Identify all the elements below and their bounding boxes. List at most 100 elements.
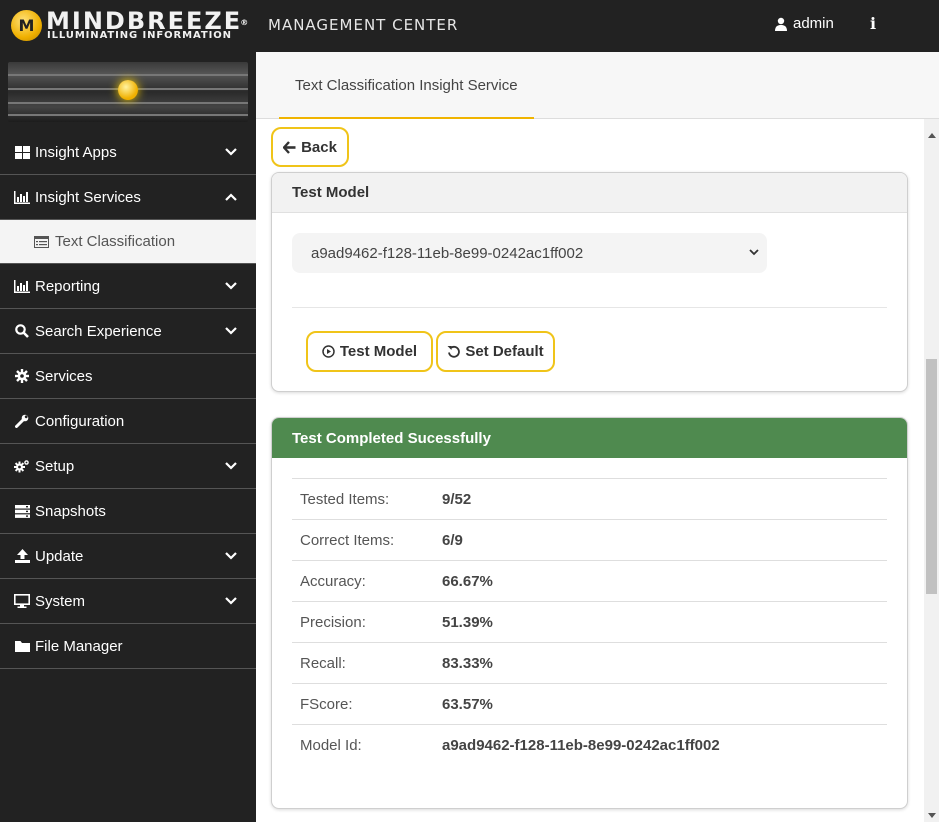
sidebar-item-text-classification[interactable]: Text Classification — [0, 220, 256, 264]
mindbreeze-logo[interactable]: M MINDBREEZE ® ILLUMINATING INFORMATION — [8, 8, 253, 44]
sidebar-item-snapshots[interactable]: Snapshots — [0, 489, 256, 534]
table-row: FScore: 63.57% — [292, 683, 887, 724]
tab-bar: Text Classification Insight Service — [256, 52, 939, 119]
row-label: Accuracy: — [300, 572, 366, 590]
set-default-button-label: Set Default — [465, 343, 544, 360]
bar-chart-icon — [14, 189, 30, 205]
row-value: 9/52 — [442, 490, 472, 508]
sidebar-item-label: System — [35, 592, 86, 610]
table-row: Tested Items: 9/52 — [292, 478, 887, 519]
sidebar-item-setup[interactable]: Setup — [0, 444, 256, 489]
form-divider — [292, 307, 887, 308]
sidebar-item-label: Services — [35, 367, 93, 385]
model-select-value: a9ad9462-f128-11eb-8e99-0242ac1ff002 — [311, 244, 584, 262]
tab-text-classification-insight-service[interactable]: Text Classification Insight Service — [279, 52, 534, 119]
section-title: MANAGEMENT CENTER — [268, 16, 459, 34]
row-value: 83.33% — [442, 654, 493, 672]
sidebar-item-insight-apps[interactable]: Insight Apps — [0, 130, 256, 175]
sidebar-item-label: Text Classification — [55, 233, 176, 250]
sidebar-item-system[interactable]: System — [0, 579, 256, 624]
chevron-down-icon — [225, 597, 237, 605]
sidebar-item-label: File Manager — [35, 637, 123, 655]
grid-icon — [14, 144, 30, 160]
table-row: Correct Items: 6/9 — [292, 519, 887, 560]
test-results-title: Test Completed Sucessfully — [272, 418, 907, 458]
sidebar-item-file-manager[interactable]: File Manager — [0, 624, 256, 669]
info-icon[interactable]: i — [870, 14, 876, 33]
scrollbar[interactable] — [924, 119, 939, 822]
model-select[interactable]: a9ad9462-f128-11eb-8e99-0242ac1ff002 — [292, 233, 767, 273]
wrench-icon — [14, 413, 30, 429]
chevron-down-icon — [225, 462, 237, 470]
sidebar-item-label: Insight Services — [35, 188, 141, 206]
folder-icon — [14, 638, 30, 654]
row-value: a9ad9462-f128-11eb-8e99-0242ac1ff002 — [442, 736, 720, 754]
search-icon — [14, 323, 30, 339]
list-icon — [34, 234, 50, 250]
results-table: Tested Items: 9/52 Correct Items: 6/9 Ac… — [292, 478, 887, 765]
set-default-button[interactable]: Set Default — [436, 331, 555, 372]
gear-icon — [14, 368, 30, 384]
test-model-card-title: Test Model — [272, 173, 907, 213]
gears-icon — [14, 458, 30, 474]
sidebar-item-search-experience[interactable]: Search Experience — [0, 309, 256, 354]
banner-emblem — [118, 80, 138, 100]
top-bar: M MINDBREEZE ® ILLUMINATING INFORMATION M… — [0, 0, 939, 52]
back-button[interactable]: Back — [271, 127, 349, 167]
logo-initial: M — [18, 16, 35, 35]
back-button-label: Back — [301, 138, 337, 156]
row-value: 66.67% — [442, 572, 493, 590]
test-model-button[interactable]: Test Model — [306, 331, 433, 372]
row-label: Correct Items: — [300, 531, 395, 549]
user-icon — [775, 17, 787, 31]
user-name: admin — [793, 15, 834, 32]
chevron-down-icon — [225, 552, 237, 560]
chevron-up-icon — [225, 193, 237, 201]
sidebar-item-reporting[interactable]: Reporting — [0, 264, 256, 309]
brand-tagline: ILLUMINATING INFORMATION — [47, 30, 232, 41]
sidebar-item-label: Configuration — [35, 412, 125, 430]
sidebar-nav: Insight Apps Insight Services Text Class… — [0, 130, 256, 669]
sidebar-item-label: Search Experience — [35, 322, 162, 340]
sidebar-item-label: Snapshots — [35, 502, 106, 520]
scroll-up-arrow[interactable] — [928, 133, 936, 138]
bar-chart-icon — [14, 278, 30, 294]
scroll-down-arrow[interactable] — [928, 813, 936, 818]
chevron-down-icon — [225, 327, 237, 335]
server-banner-image — [8, 62, 248, 122]
row-value: 51.39% — [442, 613, 493, 631]
table-row: Precision: 51.39% — [292, 601, 887, 642]
chevron-down-icon — [225, 282, 237, 290]
row-label: Recall: — [300, 654, 346, 672]
sidebar-item-configuration[interactable]: Configuration — [0, 399, 256, 444]
upload-icon — [14, 548, 30, 564]
row-label: FScore: — [300, 695, 353, 713]
undo-icon — [447, 345, 461, 358]
sidebar-item-label: Setup — [35, 457, 75, 475]
row-value: 63.57% — [442, 695, 493, 713]
play-circle-icon — [322, 345, 335, 358]
arrow-left-icon — [283, 140, 296, 154]
row-value: 6/9 — [442, 531, 463, 549]
stack-icon — [14, 503, 30, 519]
chevron-down-icon — [225, 148, 237, 156]
sidebar: Insight Apps Insight Services Text Class… — [0, 52, 256, 822]
table-row: Recall: 83.33% — [292, 642, 887, 683]
chevron-down-icon — [749, 249, 759, 256]
row-label: Model Id: — [300, 736, 362, 754]
sidebar-item-label: Insight Apps — [35, 143, 117, 161]
table-row: Model Id: a9ad9462-f128-11eb-8e99-0242ac… — [292, 724, 887, 765]
sidebar-item-update[interactable]: Update — [0, 534, 256, 579]
sidebar-item-services[interactable]: Services — [0, 354, 256, 399]
user-menu[interactable]: admin — [775, 15, 834, 32]
row-label: Tested Items: — [300, 490, 390, 508]
row-label: Precision: — [300, 613, 366, 631]
logo-emblem: M — [11, 10, 42, 41]
table-row: Accuracy: 66.67% — [292, 560, 887, 601]
scrollbar-thumb[interactable] — [926, 359, 937, 594]
test-model-button-label: Test Model — [339, 343, 418, 360]
sidebar-item-insight-services[interactable]: Insight Services — [0, 175, 256, 220]
sidebar-item-label: Reporting — [35, 277, 101, 295]
monitor-icon — [14, 593, 30, 609]
sidebar-item-label: Update — [35, 547, 84, 565]
